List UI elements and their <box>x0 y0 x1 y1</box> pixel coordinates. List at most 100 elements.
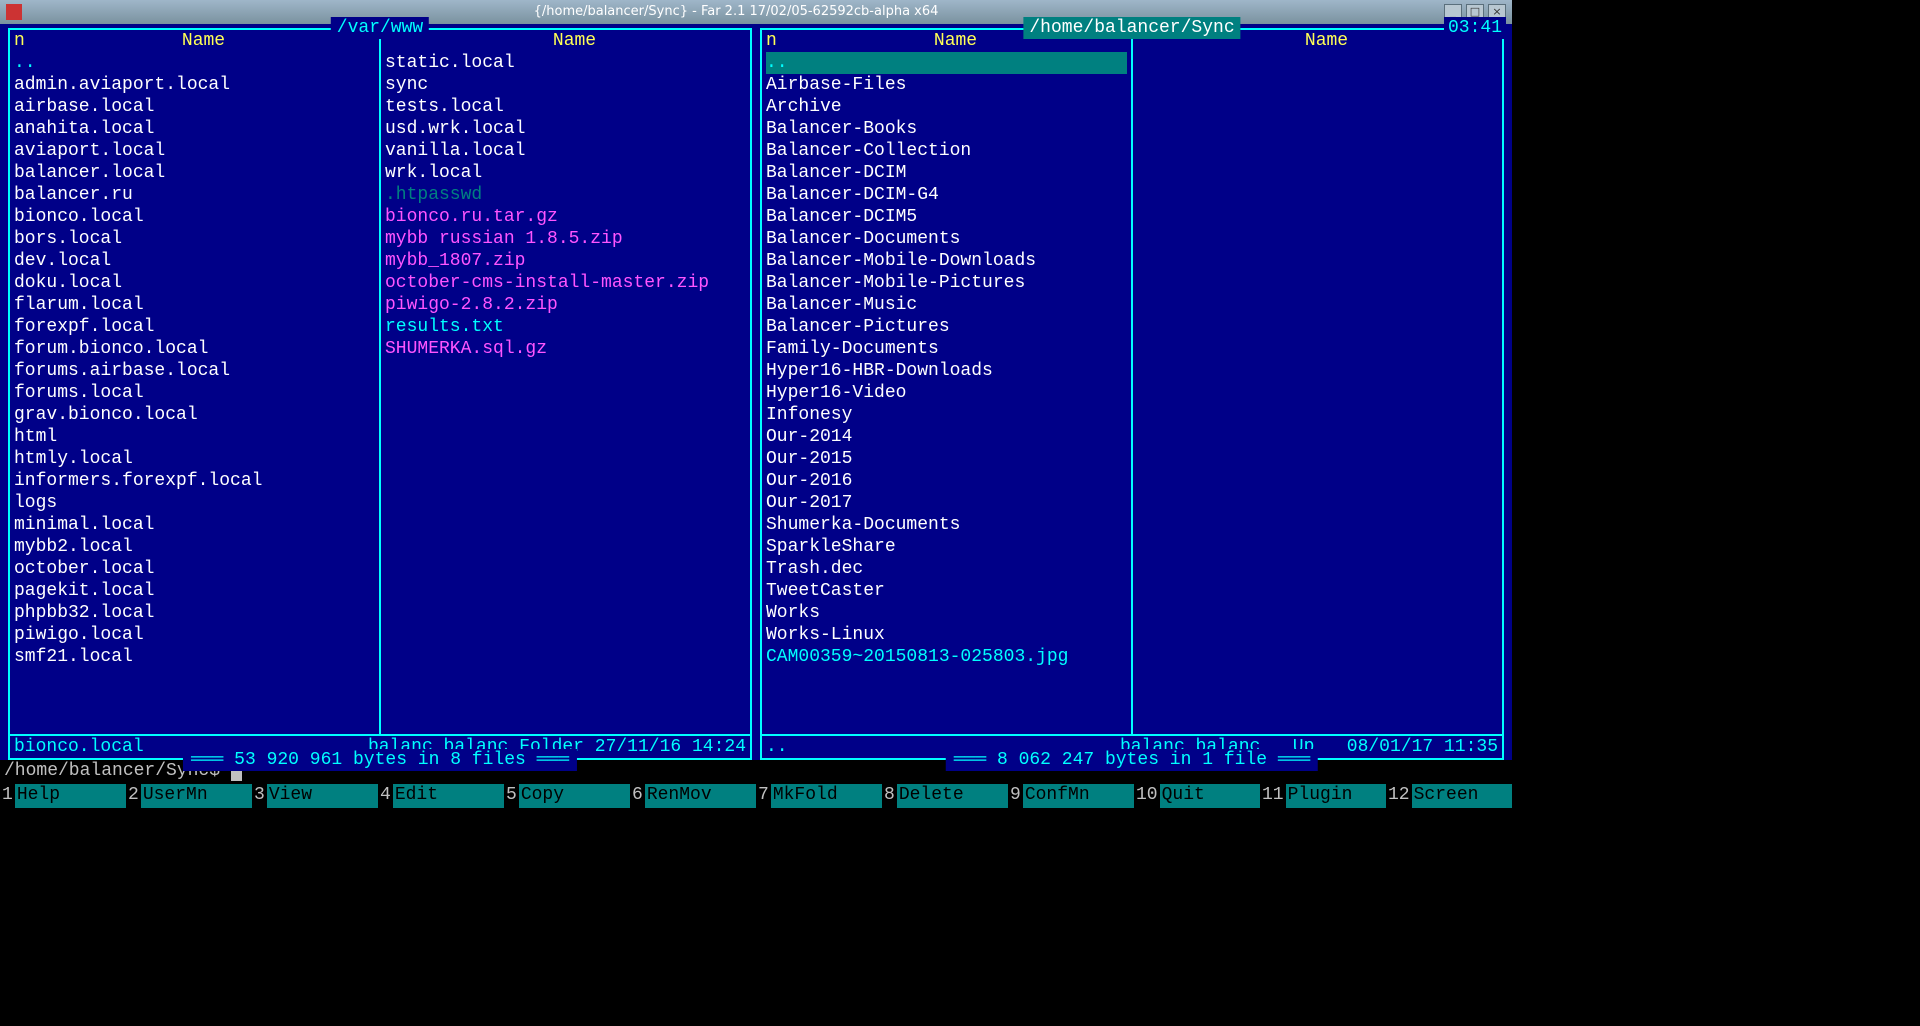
list-item[interactable]: mybb russian 1.8.5.zip <box>385 228 746 250</box>
list-item[interactable]: piwigo-2.8.2.zip <box>385 294 746 316</box>
fkey-renmov[interactable]: 6RenMov <box>630 784 756 808</box>
list-item[interactable]: phpbb32.local <box>14 602 375 624</box>
list-item[interactable]: Infonesy <box>766 404 1127 426</box>
list-item[interactable]: smf21.local <box>14 646 375 668</box>
list-item[interactable]: Our-2017 <box>766 492 1127 514</box>
list-item[interactable]: SparkleShare <box>766 536 1127 558</box>
list-item[interactable]: october.local <box>14 558 375 580</box>
list-item[interactable]: anahita.local <box>14 118 375 140</box>
list-item[interactable]: vanilla.local <box>385 140 746 162</box>
list-item[interactable]: pagekit.local <box>14 580 375 602</box>
left-panel-summary: 53 920 961 bytes in 8 files <box>183 749 577 771</box>
fkey-label: Quit <box>1160 784 1260 808</box>
col-n-header: n <box>766 30 784 52</box>
list-item[interactable]: airbase.local <box>14 96 375 118</box>
list-item[interactable]: usd.wrk.local <box>385 118 746 140</box>
list-item[interactable]: Our-2014 <box>766 426 1127 448</box>
list-item[interactable]: forums.local <box>14 382 375 404</box>
list-item[interactable]: dev.local <box>14 250 375 272</box>
list-item[interactable]: Balancer-DCIM-G4 <box>766 184 1127 206</box>
list-item[interactable]: Works-Linux <box>766 624 1127 646</box>
list-item[interactable]: Works <box>766 602 1127 624</box>
fkey-label: MkFold <box>771 784 882 808</box>
column-header: Name <box>385 30 746 52</box>
list-item[interactable]: Family-Documents <box>766 338 1127 360</box>
list-item[interactable]: forum.bionco.local <box>14 338 375 360</box>
fkey-plugin[interactable]: 11Plugin <box>1260 784 1386 808</box>
fkey-help[interactable]: 1Help <box>0 784 126 808</box>
list-item[interactable]: forums.airbase.local <box>14 360 375 382</box>
list-item[interactable]: Hyper16-Video <box>766 382 1127 404</box>
list-item[interactable]: .. <box>766 52 1127 74</box>
list-item[interactable]: Balancer-Books <box>766 118 1127 140</box>
fkey-view[interactable]: 3View <box>252 784 378 808</box>
list-item[interactable]: Balancer-Documents <box>766 228 1127 250</box>
list-item[interactable]: mybb2.local <box>14 536 375 558</box>
fkey-quit[interactable]: 10Quit <box>1134 784 1260 808</box>
fkey-label: Plugin <box>1286 784 1386 808</box>
list-item[interactable]: aviaport.local <box>14 140 375 162</box>
right-panel[interactable]: /home/balancer/Sync 03:41 n Name ..Airba… <box>760 28 1504 760</box>
list-item[interactable]: tests.local <box>385 96 746 118</box>
left-panel[interactable]: /var/www n Name ..admin.aviaport.localai… <box>8 28 752 760</box>
list-item[interactable]: htmly.local <box>14 448 375 470</box>
fkey-confmn[interactable]: 9ConfMn <box>1008 784 1134 808</box>
list-item[interactable]: wrk.local <box>385 162 746 184</box>
list-item[interactable]: Archive <box>766 96 1127 118</box>
list-item[interactable]: doku.local <box>14 272 375 294</box>
list-item[interactable]: bors.local <box>14 228 375 250</box>
list-item[interactable]: static.local <box>385 52 746 74</box>
fkey-delete[interactable]: 8Delete <box>882 784 1008 808</box>
fkey-number: 5 <box>504 784 519 808</box>
status-selected-name: .. <box>766 736 788 758</box>
list-item[interactable]: .htpasswd <box>385 184 746 206</box>
list-item[interactable]: bionco.local <box>14 206 375 228</box>
fkey-screen[interactable]: 12Screen <box>1386 784 1512 808</box>
list-item[interactable]: admin.aviaport.local <box>14 74 375 96</box>
list-item[interactable]: Airbase-Files <box>766 74 1127 96</box>
list-item[interactable]: piwigo.local <box>14 624 375 646</box>
list-item[interactable]: forexpf.local <box>14 316 375 338</box>
fkey-label: RenMov <box>645 784 756 808</box>
right-panel-path[interactable]: /home/balancer/Sync <box>1023 17 1240 39</box>
list-item[interactable]: Balancer-DCIM <box>766 162 1127 184</box>
list-item[interactable]: Balancer-Pictures <box>766 316 1127 338</box>
list-item[interactable]: CAM00359~20150813-025803.jpg <box>766 646 1127 668</box>
list-item[interactable]: results.txt <box>385 316 746 338</box>
fkey-number: 12 <box>1386 784 1412 808</box>
list-item[interactable]: Balancer-DCIM5 <box>766 206 1127 228</box>
fkey-copy[interactable]: 5Copy <box>504 784 630 808</box>
left-panel-path[interactable]: /var/www <box>331 17 429 39</box>
list-item[interactable]: Our-2016 <box>766 470 1127 492</box>
fkey-edit[interactable]: 4Edit <box>378 784 504 808</box>
list-item[interactable]: Balancer-Mobile-Downloads <box>766 250 1127 272</box>
list-item[interactable]: html <box>14 426 375 448</box>
col-n-header: n <box>14 30 32 52</box>
list-item[interactable]: Balancer-Collection <box>766 140 1127 162</box>
list-item[interactable]: TweetCaster <box>766 580 1127 602</box>
list-item[interactable]: balancer.ru <box>14 184 375 206</box>
list-item[interactable]: informers.forexpf.local <box>14 470 375 492</box>
list-item[interactable]: Balancer-Music <box>766 294 1127 316</box>
list-item[interactable]: bionco.ru.tar.gz <box>385 206 746 228</box>
function-key-bar: 1Help2UserMn3View4Edit5Copy6RenMov7MkFol… <box>0 784 1512 808</box>
fkey-usermn[interactable]: 2UserMn <box>126 784 252 808</box>
fkey-mkfold[interactable]: 7MkFold <box>756 784 882 808</box>
list-item[interactable]: mybb_1807.zip <box>385 250 746 272</box>
list-item[interactable]: logs <box>14 492 375 514</box>
list-item[interactable]: Hyper16-HBR-Downloads <box>766 360 1127 382</box>
list-item[interactable]: Balancer-Mobile-Pictures <box>766 272 1127 294</box>
list-item[interactable]: minimal.local <box>14 514 375 536</box>
list-item[interactable]: october-cms-install-master.zip <box>385 272 746 294</box>
list-item[interactable]: SHUMERKA.sql.gz <box>385 338 746 360</box>
list-item[interactable]: Trash.dec <box>766 558 1127 580</box>
list-item[interactable]: Our-2015 <box>766 448 1127 470</box>
fkey-label: Help <box>15 784 126 808</box>
list-item[interactable]: Shumerka-Documents <box>766 514 1127 536</box>
list-item[interactable]: flarum.local <box>14 294 375 316</box>
list-item[interactable]: sync <box>385 74 746 96</box>
fkey-number: 9 <box>1008 784 1023 808</box>
list-item[interactable]: grav.bionco.local <box>14 404 375 426</box>
list-item[interactable]: balancer.local <box>14 162 375 184</box>
list-item[interactable]: .. <box>14 52 375 74</box>
